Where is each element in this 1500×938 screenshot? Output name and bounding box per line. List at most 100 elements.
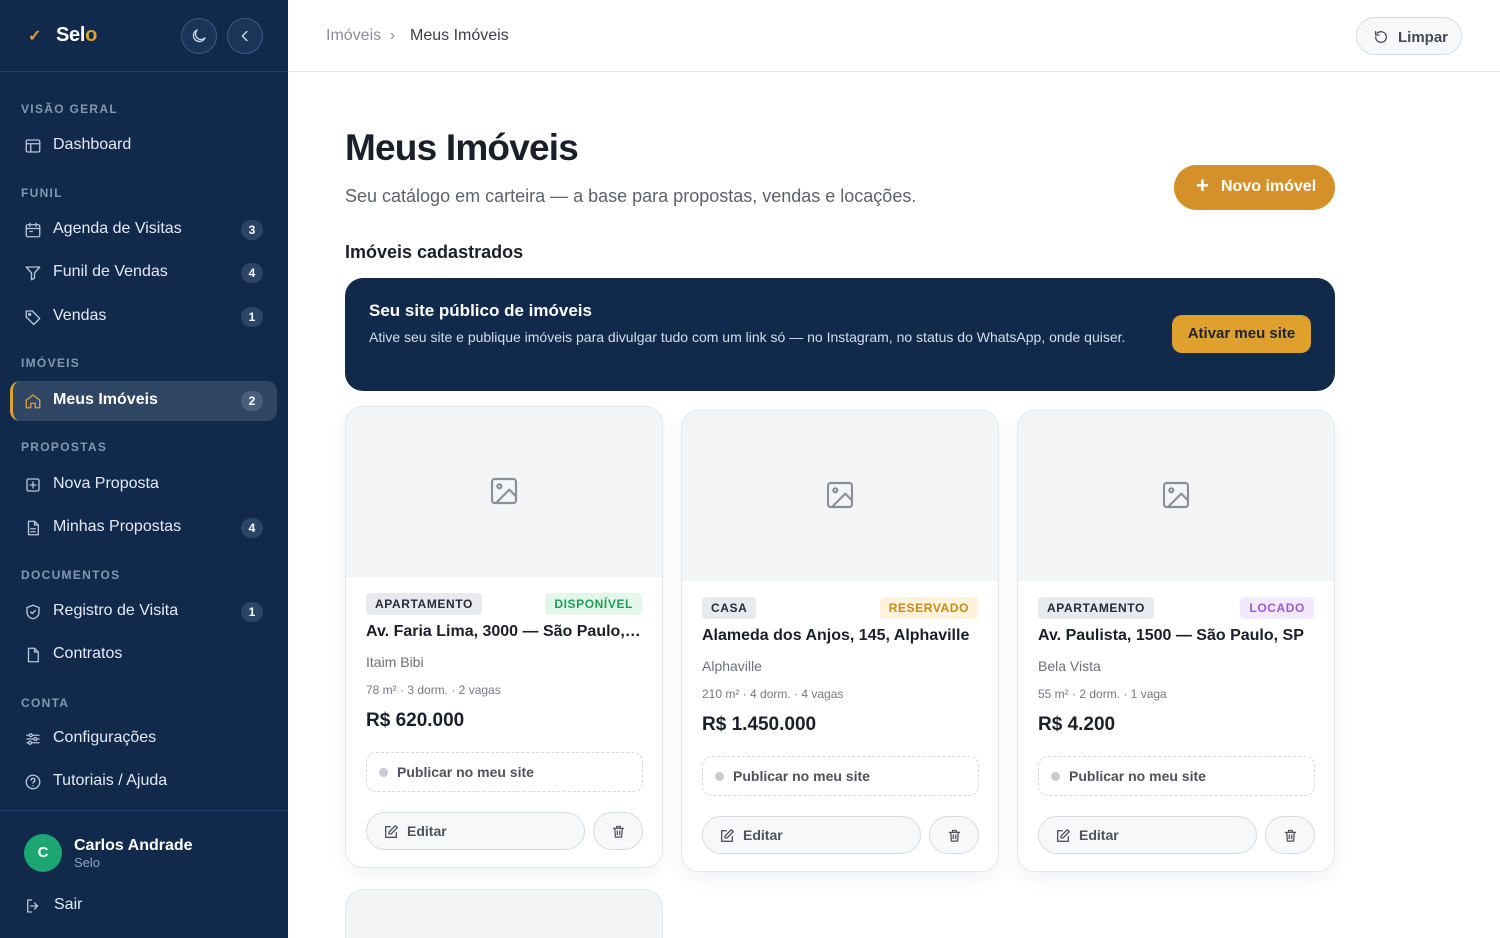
section-title: Imóveis cadastrados bbox=[345, 242, 524, 262]
property-card-partial[interactable] bbox=[345, 889, 663, 938]
activate-site-button[interactable]: Ativar meu site bbox=[1172, 315, 1311, 353]
sidebar-item-label: Dashboard bbox=[53, 136, 132, 153]
edit-label: Editar bbox=[1079, 827, 1119, 843]
status-dot bbox=[715, 772, 724, 781]
property-type-badge: CASA bbox=[702, 597, 757, 619]
clear-button[interactable]: Limpar bbox=[1356, 17, 1462, 55]
property-address: Av. Paulista, 1500 — São Paulo, SP bbox=[1038, 627, 1304, 644]
sidebar-item-label: Registro de Visita bbox=[53, 602, 179, 619]
image-placeholder-icon bbox=[490, 477, 518, 505]
property-specs: 210 m² · 4 dorm. · 4 vagas bbox=[702, 687, 844, 701]
property-specs: 78 m² · 3 dorm. · 2 vagas bbox=[366, 683, 501, 697]
user-name: Carlos Andrade bbox=[74, 837, 193, 854]
property-thumbnail bbox=[682, 411, 998, 581]
help-icon bbox=[24, 773, 42, 791]
edit-label: Editar bbox=[743, 827, 783, 843]
clear-label: Limpar bbox=[1398, 29, 1449, 46]
property-thumbnail bbox=[1018, 411, 1334, 581]
section-label-documentos: DOCUMENTOS bbox=[21, 568, 121, 582]
document-icon bbox=[24, 646, 42, 664]
delete-button[interactable] bbox=[593, 812, 643, 850]
section-label-conta: CONTA bbox=[21, 696, 70, 710]
divider bbox=[0, 810, 288, 811]
publish-toggle[interactable]: Publicar no meu site bbox=[366, 752, 643, 792]
sidebar-item-nova-proposta[interactable]: Nova Proposta bbox=[10, 465, 277, 505]
property-address: Alameda dos Anjos, 145, Alphaville bbox=[702, 627, 970, 644]
plus-square-icon bbox=[24, 476, 42, 494]
edit-button[interactable]: Editar bbox=[366, 812, 585, 850]
sidebar-item-meus-imoveis[interactable]: Meus Imóveis 2 bbox=[10, 381, 277, 421]
sidebar-item-label: Vendas bbox=[53, 307, 107, 324]
sliders-icon bbox=[24, 730, 42, 748]
publish-label: Publicar no meu site bbox=[397, 764, 534, 780]
breadcrumb-imoveis[interactable]: Imóveis bbox=[326, 27, 381, 45]
property-card[interactable]: CASA RESERVADO Alameda dos Anjos, 145, A… bbox=[681, 410, 999, 872]
status-badge: DISPONÍVEL bbox=[545, 593, 642, 615]
section-label-visao-geral: VISÃO GERAL bbox=[21, 102, 118, 116]
avatar[interactable]: C bbox=[24, 834, 62, 872]
edit-icon bbox=[385, 825, 398, 838]
edit-icon bbox=[1057, 829, 1070, 842]
property-thumbnail bbox=[346, 407, 662, 577]
delete-button[interactable] bbox=[1265, 816, 1315, 854]
sidebar-item-label: Minhas Propostas bbox=[53, 518, 182, 535]
edit-button[interactable]: Editar bbox=[1038, 816, 1257, 854]
sidebar-item-contratos[interactable]: Contratos bbox=[10, 635, 277, 675]
property-price: R$ 1.450.000 bbox=[702, 714, 817, 735]
count-badge: 3 bbox=[241, 220, 263, 240]
sidebar-item-configuracoes[interactable]: Configurações bbox=[10, 719, 277, 759]
calendar-icon bbox=[24, 221, 42, 239]
status-dot bbox=[379, 768, 388, 777]
property-price: R$ 620.000 bbox=[366, 710, 465, 731]
logout-icon bbox=[24, 897, 42, 915]
sidebar-item-label: Agenda de Visitas bbox=[53, 220, 182, 237]
sidebar-item-label: Configurações bbox=[53, 729, 157, 746]
count-badge: 4 bbox=[241, 518, 263, 538]
count-badge: 2 bbox=[241, 391, 263, 411]
edit-label: Editar bbox=[407, 823, 447, 839]
section-label-funil: FUNIL bbox=[21, 186, 63, 200]
tag-icon bbox=[24, 308, 42, 326]
trash-icon bbox=[612, 825, 625, 838]
publish-toggle[interactable]: Publicar no meu site bbox=[1038, 756, 1315, 796]
document-icon bbox=[24, 519, 42, 537]
page-title: Meus Imóveis bbox=[345, 127, 579, 168]
sidebar-item-minhas-propostas[interactable]: Minhas Propostas 4 bbox=[10, 508, 277, 548]
sidebar-item-dashboard[interactable]: Dashboard bbox=[10, 126, 277, 166]
brand-logo[interactable]: Selo bbox=[56, 24, 97, 47]
property-neighborhood: Alphaville bbox=[702, 658, 762, 674]
new-property-button[interactable]: + Novo imóvel bbox=[1174, 165, 1335, 210]
publish-label: Publicar no meu site bbox=[1069, 768, 1206, 784]
collapse-sidebar-button[interactable] bbox=[227, 18, 263, 54]
property-type-badge: APARTAMENTO bbox=[1038, 597, 1154, 619]
public-site-banner: Seu site público de imóveis Ative seu si… bbox=[345, 278, 1335, 391]
property-type-badge: APARTAMENTO bbox=[366, 593, 482, 615]
sidebar-item-funil-de-vendas[interactable]: Funil de Vendas 4 bbox=[10, 253, 277, 293]
refresh-icon bbox=[1373, 29, 1389, 45]
delete-button[interactable] bbox=[929, 816, 979, 854]
user-organization: Selo bbox=[74, 855, 101, 870]
banner-text: Ative seu site e publique imóveis para d… bbox=[369, 329, 1126, 345]
banner-title: Seu site público de imóveis bbox=[369, 301, 592, 320]
count-badge: 1 bbox=[241, 307, 263, 327]
property-neighborhood: Bela Vista bbox=[1038, 658, 1101, 674]
theme-toggle-button[interactable] bbox=[181, 18, 217, 54]
sidebar-item-vendas[interactable]: Vendas 1 bbox=[10, 297, 277, 337]
status-badge: LOCADO bbox=[1240, 597, 1314, 619]
breadcrumb-current: Meus Imóveis bbox=[410, 27, 509, 44]
sidebar-item-registro-de-visita[interactable]: Registro de Visita 1 bbox=[10, 592, 277, 632]
edit-button[interactable]: Editar bbox=[702, 816, 921, 854]
property-card[interactable]: APARTAMENTO LOCADO Av. Paulista, 1500 — … bbox=[1017, 410, 1335, 872]
property-address: Av. Faria Lima, 3000 — São Paulo, SP bbox=[366, 623, 644, 640]
trash-icon bbox=[1284, 829, 1297, 842]
publish-label: Publicar no meu site bbox=[733, 768, 870, 784]
property-card[interactable]: APARTAMENTO DISPONÍVEL Av. Faria Lima, 3… bbox=[345, 406, 663, 868]
breadcrumb-separator: › bbox=[390, 27, 395, 44]
sidebar-item-tutoriais-ajuda[interactable]: Tutoriais / Ajuda bbox=[10, 762, 277, 802]
sidebar-item-label: Nova Proposta bbox=[53, 475, 159, 492]
sidebar-item-agenda-de-visitas[interactable]: Agenda de Visitas 3 bbox=[10, 210, 277, 250]
top-bar: Imóveis › Meus Imóveis Limpar bbox=[288, 0, 1500, 72]
publish-toggle[interactable]: Publicar no meu site bbox=[702, 756, 979, 796]
shield-icon bbox=[24, 603, 42, 621]
sidebar-item-label: Funil de Vendas bbox=[53, 263, 168, 280]
